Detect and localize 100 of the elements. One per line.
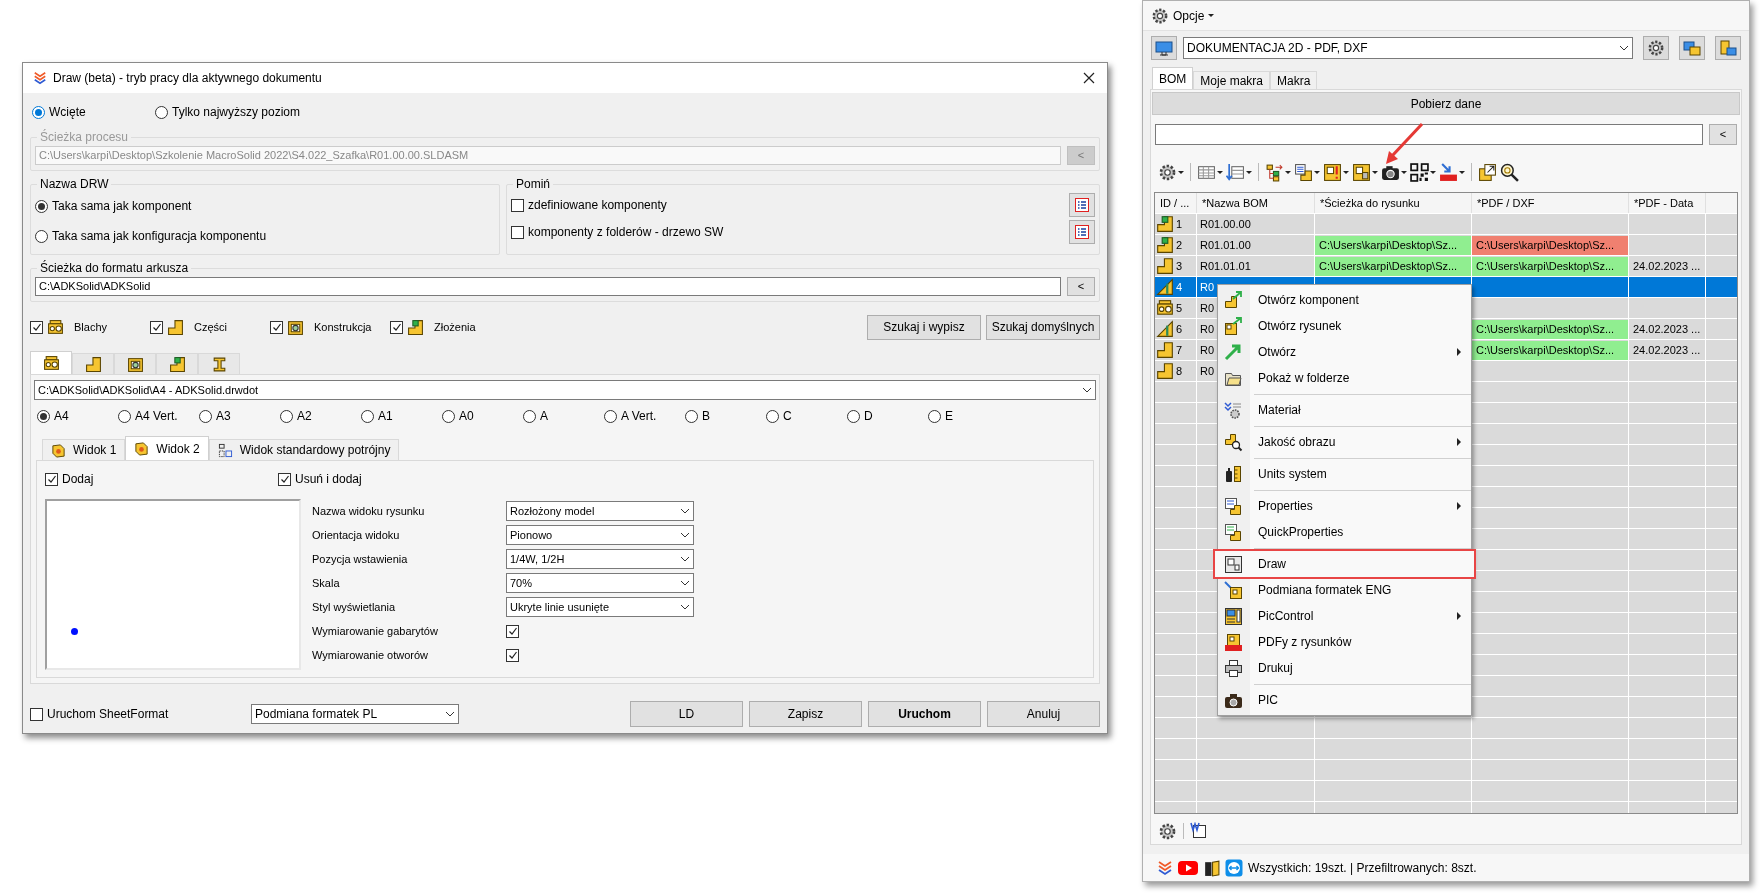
radio-label[interactable]: B: [702, 407, 710, 425]
radio-button[interactable]: [685, 409, 698, 423]
checkbox-label[interactable]: Złożenia: [434, 318, 476, 336]
radio-button[interactable]: [604, 409, 617, 423]
tab[interactable]: Widok standardowy potrójny: [208, 439, 400, 460]
checkbox-label[interactable]: Usuń i dodaj: [295, 470, 362, 488]
radio-button[interactable]: [35, 199, 48, 213]
radio-button[interactable]: [361, 409, 374, 423]
tab[interactable]: [30, 351, 72, 374]
menu-item[interactable]: Draw: [1215, 551, 1474, 577]
column-header[interactable]: *Ścieżka do rysunku: [1315, 193, 1472, 214]
checkbox[interactable]: [45, 472, 58, 486]
tab[interactable]: [198, 353, 240, 374]
gear-icon[interactable]: [1151, 6, 1169, 25]
submenu-arrow-icon[interactable]: [1457, 502, 1461, 510]
menu-item[interactable]: Drukuj: [1218, 655, 1471, 681]
button[interactable]: Szukaj i wypisz: [867, 314, 981, 340]
submenu-arrow-icon[interactable]: [1457, 348, 1461, 356]
checkbox[interactable]: [511, 198, 524, 212]
radio-label[interactable]: A3: [216, 407, 231, 425]
caret-icon[interactable]: [1314, 170, 1320, 174]
checkbox-label[interactable]: Części: [194, 318, 227, 336]
qr-code-icon[interactable]: [1410, 162, 1429, 182]
radio-button[interactable]: [442, 409, 455, 423]
dropdown[interactable]: Pionowo: [506, 525, 694, 545]
gear-icon[interactable]: [1158, 162, 1177, 182]
checkbox-label[interactable]: Blachy: [74, 318, 108, 336]
checkbox[interactable]: [30, 320, 43, 334]
tab[interactable]: BOM: [1152, 67, 1194, 90]
open-part-icon[interactable]: [1224, 290, 1243, 310]
caret-icon[interactable]: [1401, 170, 1407, 174]
button[interactable]: Zapisz: [749, 701, 862, 727]
radio-label[interactable]: C: [783, 407, 792, 425]
tab[interactable]: [72, 353, 114, 374]
view-icon[interactable]: [51, 442, 66, 458]
pdf-drawing-icon[interactable]: [1224, 632, 1243, 652]
radio-button[interactable]: [766, 409, 779, 423]
export-icon[interactable]: [1478, 162, 1497, 182]
radio-button[interactable]: [32, 105, 45, 119]
checklist-icon[interactable]: [1074, 224, 1090, 240]
caret-icon[interactable]: [1217, 170, 1223, 174]
radio-label[interactable]: A0: [459, 407, 474, 425]
submenu-arrow-icon[interactable]: [1457, 612, 1461, 620]
checkbox[interactable]: [511, 225, 524, 239]
menu-item[interactable]: Otwórz: [1218, 339, 1471, 365]
menu-item[interactable]: PicControl: [1218, 603, 1471, 629]
pdf-export-icon[interactable]: [1439, 162, 1458, 182]
radio-button[interactable]: [118, 409, 131, 423]
open-drawing-icon[interactable]: [1224, 316, 1243, 336]
menu-item[interactable]: Jakość obrazu: [1218, 429, 1471, 455]
checklist-icon[interactable]: [1074, 197, 1090, 213]
part-icon[interactable]: [84, 355, 102, 373]
sort-columns-icon[interactable]: [1226, 162, 1245, 182]
dropdown[interactable]: Ukryte linie usunięte: [506, 597, 694, 617]
menu-item[interactable]: Pokaż w folderze: [1218, 365, 1471, 391]
gear-icon[interactable]: [1158, 821, 1177, 841]
sheet-metal-icon[interactable]: [42, 354, 60, 372]
radio-label[interactable]: A4 Vert.: [135, 407, 178, 425]
close-icon[interactable]: [1083, 72, 1095, 84]
caret-icon[interactable]: [1343, 170, 1349, 174]
menu-item[interactable]: Podmiana formatek ENG: [1218, 577, 1471, 603]
fetch-data-button[interactable]: Pobierz dane: [1152, 92, 1740, 116]
checkbox[interactable]: [506, 624, 519, 638]
three-views-icon[interactable]: [217, 442, 233, 458]
menu-item[interactable]: Otwórz rysunek: [1218, 313, 1471, 339]
radio-button[interactable]: [199, 409, 212, 423]
menu-item[interactable]: Units system: [1218, 461, 1471, 487]
video-play-icon[interactable]: [1178, 858, 1198, 877]
button[interactable]: LD: [630, 701, 743, 727]
material-icon[interactable]: [1224, 400, 1243, 420]
tab[interactable]: Moje makra: [1193, 71, 1271, 90]
column-header[interactable]: *Nazwa BOM: [1197, 193, 1315, 214]
dropdown[interactable]: C:\ADKSolid\ADKSolid\A4 - ADKSolid.drwdot: [34, 380, 1096, 400]
tab[interactable]: Widok 1: [42, 439, 126, 460]
radio-label[interactable]: A4: [54, 407, 69, 425]
radio-button[interactable]: [155, 105, 168, 119]
radio-label[interactable]: Taka sama jak konfiguracja komponentu: [52, 227, 267, 245]
tab[interactable]: Makra: [1270, 71, 1318, 90]
radio-button[interactable]: [523, 409, 536, 423]
menu-item[interactable]: QuickProperties: [1218, 519, 1471, 545]
dropdown[interactable]: Rozłożony model: [506, 501, 694, 521]
picture-control-icon[interactable]: [1224, 606, 1243, 626]
radio-label[interactable]: Tylko najwyższy poziom: [172, 103, 301, 121]
checkbox[interactable]: [30, 707, 43, 721]
checkbox-label[interactable]: Dodaj: [62, 470, 94, 488]
checkbox[interactable]: [278, 472, 291, 486]
quick-properties-icon[interactable]: [1224, 522, 1243, 542]
checkbox[interactable]: [506, 648, 519, 662]
dropdown[interactable]: DOKUMENTACJA 2D - PDF, DXF: [1183, 37, 1633, 60]
column-header[interactable]: *PDF - Data: [1629, 193, 1706, 214]
book-icon[interactable]: [1203, 858, 1220, 877]
menu-item[interactable]: PDFy z rysunków: [1218, 629, 1471, 655]
properties-icon[interactable]: [1224, 496, 1243, 516]
dropdown[interactable]: 1/4W, 1/2H: [506, 549, 694, 569]
checkbox[interactable]: [270, 320, 283, 334]
view-icon[interactable]: [134, 441, 150, 456]
checkbox-label[interactable]: komponenty z folderów - drzewo SW: [528, 223, 724, 241]
checkbox-label[interactable]: zdefiniowane komponenty: [528, 196, 667, 214]
radio-button[interactable]: [928, 409, 941, 423]
radio-label[interactable]: D: [864, 407, 873, 425]
